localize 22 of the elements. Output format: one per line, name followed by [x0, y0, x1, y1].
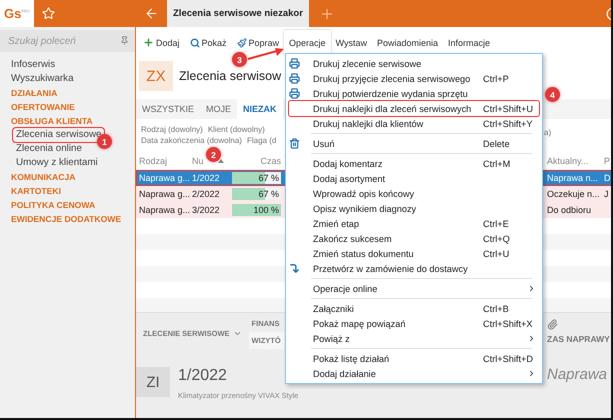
document-number: 1/2022 — [178, 367, 228, 385]
page-title: Zlecenia serwisow — [179, 69, 282, 83]
table-cell-text: Naprawa g... — [138, 204, 189, 217]
step-marker: 3 — [232, 52, 247, 67]
table-cell-text: 1/2022 — [191, 172, 221, 185]
table-cell-text: 3/2022 — [191, 204, 221, 217]
item-tile: ZI — [136, 367, 170, 397]
table-cell-text: Oczekuje n... — [546, 188, 601, 201]
module-tile: ZX — [139, 61, 173, 91]
step-marker: 4 — [545, 87, 560, 102]
table-cell-text: 2/2022 — [191, 188, 221, 201]
status-text: Naprawa — [547, 366, 608, 383]
table-cell-text: Naprawa g... — [138, 188, 189, 201]
step-marker: 2 — [206, 147, 221, 162]
table-cell-text: Naprawa g... — [138, 172, 189, 185]
table-cell-text: J — [603, 188, 610, 201]
table-cell-text: Do odbioru — [546, 204, 592, 217]
table-cell-text: D — [603, 172, 611, 185]
progress-bar: 100 % — [232, 204, 281, 216]
progress-bar: 67 % — [232, 172, 281, 184]
table-cell-text: Naprawa n... — [546, 172, 600, 185]
progress-bar: 67 % — [232, 188, 281, 200]
